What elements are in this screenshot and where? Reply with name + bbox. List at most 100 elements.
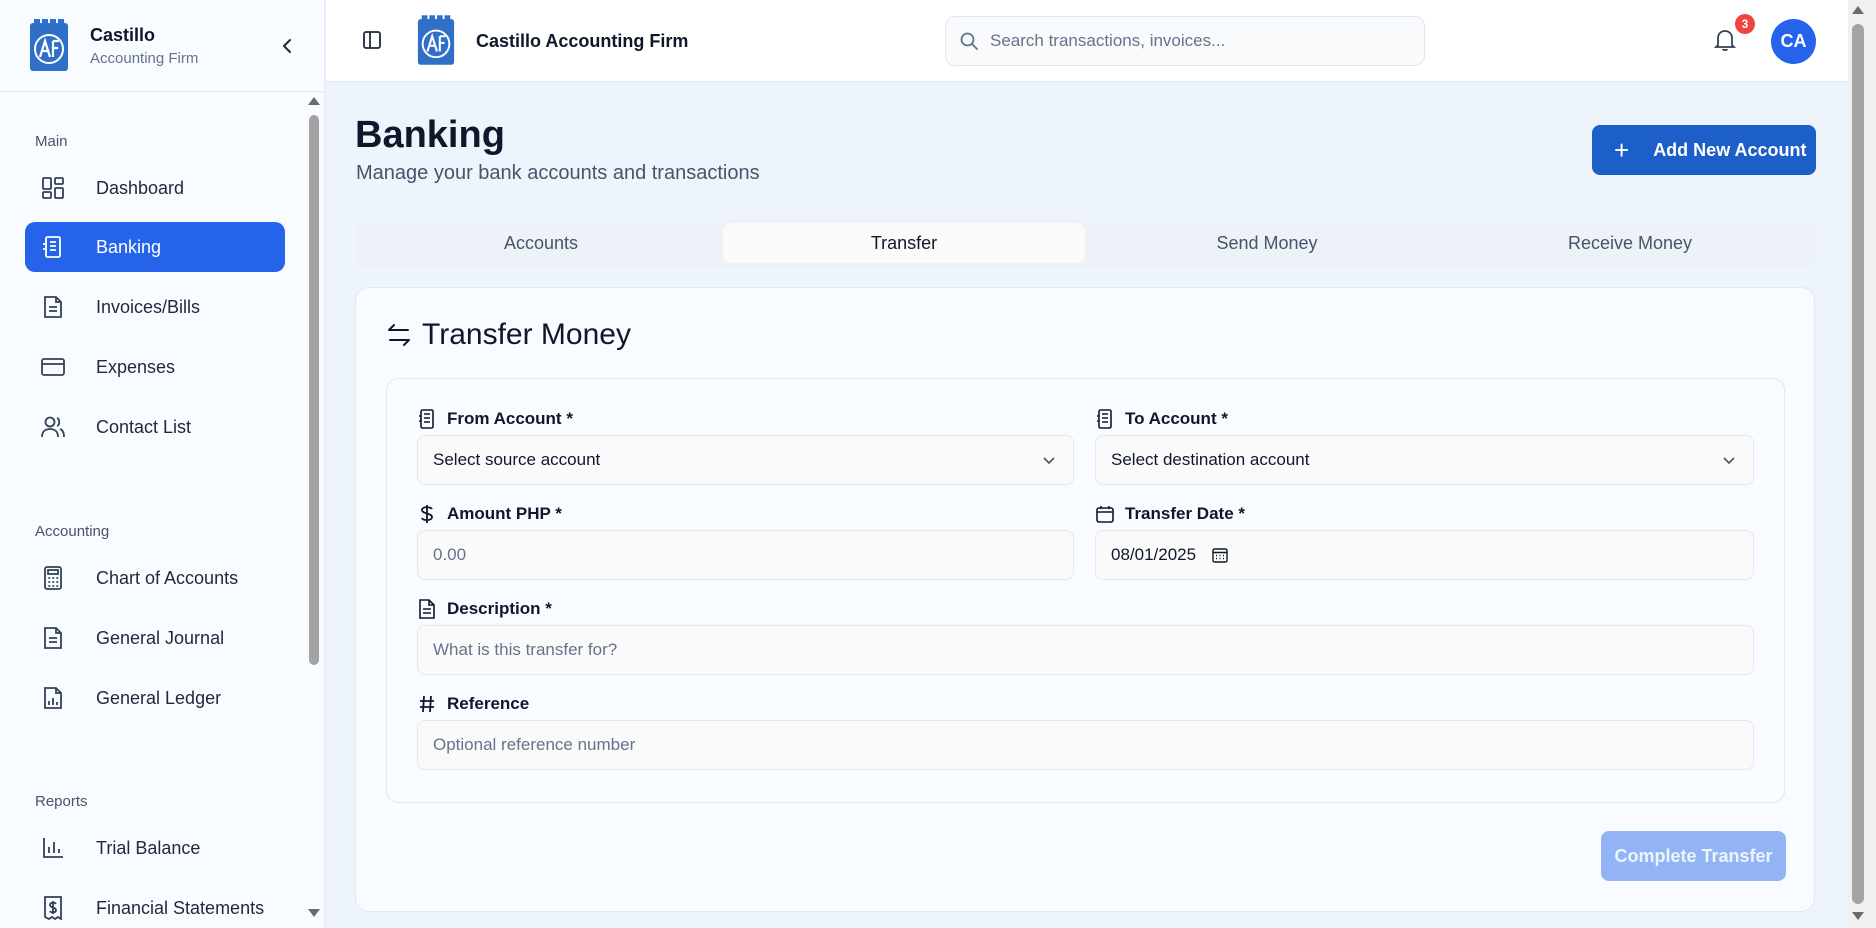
add-new-account-label: Add New Account bbox=[1653, 139, 1807, 160]
calendar-icon bbox=[1095, 504, 1115, 524]
tab-transfer[interactable]: Transfer bbox=[723, 223, 1085, 263]
amount-input[interactable]: 0.00 bbox=[417, 530, 1074, 580]
sidebar-item-label: Dashboard bbox=[96, 177, 185, 198]
brand-name: Castillo bbox=[90, 24, 156, 45]
transfer-date-label-text: Transfer Date * bbox=[1125, 504, 1245, 523]
notification-badge: 3 bbox=[1735, 14, 1755, 34]
sidebar-item-label: Financial Statements bbox=[96, 897, 265, 918]
sidebar-item-general-ledger[interactable]: General Ledger bbox=[25, 673, 285, 723]
credit-card-icon bbox=[41, 355, 65, 379]
dashboard-icon bbox=[41, 176, 65, 200]
transfer-title: Transfer Money bbox=[386, 318, 631, 352]
transfer-form: From Account * Select source account To … bbox=[386, 378, 1785, 803]
sidebar-scrollbar[interactable] bbox=[306, 93, 320, 928]
document-icon bbox=[417, 599, 437, 619]
sidebar-item-label: General Journal bbox=[96, 627, 225, 648]
firm-logo-icon bbox=[417, 15, 455, 65]
hash-icon bbox=[417, 694, 437, 714]
from-account-label: From Account * bbox=[417, 409, 573, 429]
search-box[interactable] bbox=[945, 16, 1425, 66]
section-label-main: Main bbox=[35, 133, 68, 150]
sidebar-item-financial-statements[interactable]: Financial Statements bbox=[25, 883, 285, 928]
to-account-value: Select destination account bbox=[1111, 450, 1310, 469]
sidebar-item-chart-of-accounts[interactable]: Chart of Accounts bbox=[25, 553, 285, 603]
firm-logo-icon bbox=[30, 18, 68, 71]
chevron-left-icon bbox=[282, 39, 291, 53]
calculator-icon bbox=[41, 566, 65, 590]
notifications-button[interactable] bbox=[1713, 28, 1738, 54]
reference-label: Reference bbox=[417, 694, 529, 714]
sidebar-item-banking[interactable]: Banking bbox=[25, 222, 285, 272]
sidebar-item-label: Contact List bbox=[96, 416, 192, 437]
description-label-text: Description * bbox=[447, 599, 552, 618]
amount-label: Amount PHP * bbox=[417, 504, 562, 524]
receipt-icon bbox=[41, 896, 65, 920]
window-scroll-thumb[interactable] bbox=[1852, 24, 1864, 904]
scroll-up-arrow-icon[interactable] bbox=[308, 97, 320, 105]
user-avatar[interactable]: CA bbox=[1771, 19, 1816, 64]
top-bar: Castillo Accounting Firm 3 CA bbox=[326, 0, 1848, 82]
sidebar-item-label: Chart of Accounts bbox=[96, 567, 239, 588]
transfer-date-input[interactable]: 08/01/2025 bbox=[1095, 530, 1754, 580]
chevron-down-icon bbox=[1043, 457, 1055, 465]
transfer-card: Transfer Money From Account * Select sou… bbox=[355, 287, 1815, 912]
bar-chart-icon bbox=[41, 836, 65, 860]
scroll-down-arrow-icon[interactable] bbox=[1852, 912, 1864, 920]
transfer-title-label: Transfer Money bbox=[422, 318, 631, 351]
sidebar-item-dashboard[interactable]: Dashboard bbox=[25, 163, 285, 213]
collapse-sidebar-button[interactable] bbox=[278, 34, 296, 58]
sidebar-item-label: Invoices/Bills bbox=[96, 296, 201, 317]
date-picker-icon[interactable] bbox=[1212, 547, 1228, 563]
file-chart-icon bbox=[41, 686, 65, 710]
sidebar-item-invoices-bills[interactable]: Invoices/Bills bbox=[25, 282, 285, 332]
transfer-date-label: Transfer Date * bbox=[1095, 504, 1245, 524]
sidebar-nav: Main Dashboard Banking Invoices/Bills Ex… bbox=[0, 93, 325, 928]
dollar-icon bbox=[417, 504, 437, 524]
sidebar-scroll-thumb[interactable] bbox=[309, 115, 319, 665]
from-account-select[interactable]: Select source account bbox=[417, 435, 1074, 485]
reference-label-text: Reference bbox=[447, 694, 530, 713]
document-icon bbox=[41, 626, 65, 650]
chevron-down-icon bbox=[1723, 457, 1735, 465]
complete-transfer-button[interactable]: Complete Transfer bbox=[1601, 831, 1786, 881]
description-input[interactable]: What is this transfer for? bbox=[417, 625, 1754, 675]
section-label-reports: Reports bbox=[35, 793, 88, 810]
page-title: Banking bbox=[355, 114, 505, 156]
scroll-up-arrow-icon[interactable] bbox=[1852, 6, 1864, 14]
search-input[interactable] bbox=[990, 31, 1390, 51]
sidebar-item-contact-list[interactable]: Contact List bbox=[25, 402, 285, 452]
scroll-down-arrow-icon[interactable] bbox=[308, 909, 320, 917]
bank-icon bbox=[41, 235, 65, 259]
sidebar-item-label: General Ledger bbox=[96, 687, 222, 708]
page-subtitle: Manage your bank accounts and transactio… bbox=[356, 162, 760, 184]
plus-icon: + bbox=[1614, 135, 1630, 165]
bank-icon bbox=[417, 409, 437, 429]
sidebar-item-trial-balance[interactable]: Trial Balance bbox=[25, 823, 285, 873]
search-icon bbox=[960, 32, 978, 50]
from-account-value: Select source account bbox=[433, 450, 601, 469]
sidebar-header: Castillo Accounting Firm bbox=[0, 0, 324, 92]
transfer-arrows-icon bbox=[388, 324, 410, 346]
toggle-sidebar-button[interactable] bbox=[362, 30, 384, 52]
sidebar: Castillo Accounting Firm Main Dashboard … bbox=[0, 0, 325, 928]
description-label: Description * bbox=[417, 599, 552, 619]
sidebar-toggle-icon bbox=[363, 31, 381, 49]
users-icon bbox=[41, 415, 65, 439]
brand-subtitle: Accounting Firm bbox=[90, 49, 199, 67]
to-account-label: To Account * bbox=[1095, 409, 1228, 429]
to-account-select[interactable]: Select destination account bbox=[1095, 435, 1754, 485]
tab-accounts[interactable]: Accounts bbox=[360, 223, 722, 263]
add-new-account-button[interactable]: + Add New Account bbox=[1592, 125, 1816, 175]
window-scrollbar[interactable] bbox=[1848, 0, 1876, 928]
section-label-accounting: Accounting bbox=[35, 523, 110, 540]
sidebar-item-label: Banking bbox=[96, 236, 162, 257]
sidebar-item-expenses[interactable]: Expenses bbox=[25, 342, 285, 392]
amount-label-text: Amount PHP * bbox=[447, 504, 562, 523]
tab-send-money[interactable]: Send Money bbox=[1086, 223, 1448, 263]
sidebar-item-general-journal[interactable]: General Journal bbox=[25, 613, 285, 663]
sidebar-item-label: Expenses bbox=[96, 356, 176, 377]
to-account-label-text: To Account * bbox=[1125, 409, 1228, 428]
app-title: Castillo Accounting Firm bbox=[476, 31, 689, 51]
tab-receive-money[interactable]: Receive Money bbox=[1449, 223, 1811, 263]
reference-input[interactable]: Optional reference number bbox=[417, 720, 1754, 770]
